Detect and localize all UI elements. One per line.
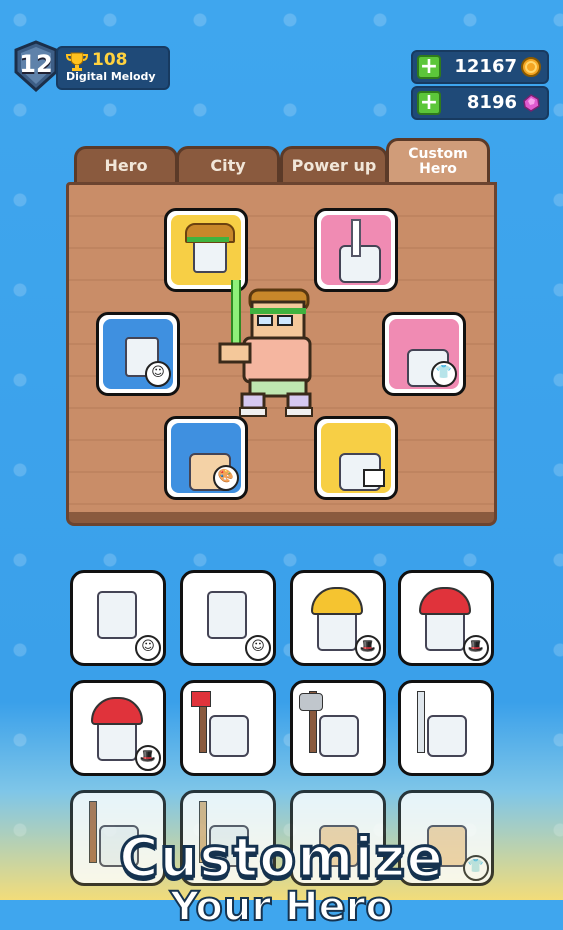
axe-head-icon — [191, 691, 211, 707]
gem-icon — [523, 94, 540, 112]
item-red-cap-1[interactable]: 🎩 — [398, 570, 494, 666]
smiley-icon: ☺ — [135, 635, 161, 661]
player-name: Digital Melody — [66, 70, 156, 83]
axe-blade-icon — [299, 693, 323, 711]
level-number: 12 — [19, 50, 53, 78]
red-cap-icon — [419, 587, 471, 615]
shorts-icon — [363, 469, 385, 487]
trophy-count: 108 — [92, 50, 128, 70]
sword-icon — [351, 219, 361, 257]
coin-counter: + 12167 — [411, 50, 549, 84]
trophy-icon — [66, 52, 88, 71]
hat-badge-icon: 🎩 — [135, 745, 161, 771]
headband-icon — [187, 237, 229, 242]
item-sword[interactable] — [398, 680, 494, 776]
palette-icon: 🎨 — [213, 465, 239, 491]
face-slot[interactable]: ☺ — [96, 312, 180, 396]
item-face-2[interactable]: ☺ — [180, 570, 276, 666]
add-coins-button[interactable]: + — [417, 55, 441, 79]
smiley-icon: ☺ — [245, 635, 271, 661]
hero-character[interactable] — [214, 280, 330, 420]
coin-icon — [521, 57, 541, 77]
add-gems-button[interactable]: + — [417, 91, 441, 115]
coin-amount: 12167 — [454, 56, 517, 77]
item-hard-hat[interactable]: 🎩 — [290, 570, 386, 666]
caption-subtitle: Your Hero — [169, 883, 394, 930]
body-icon — [209, 715, 249, 757]
tab-hero[interactable]: Hero — [74, 146, 178, 184]
sword-icon — [417, 691, 425, 753]
item-red-cap-2[interactable]: 🎩 — [70, 680, 166, 776]
body-icon — [427, 715, 467, 757]
panel-base — [66, 512, 497, 526]
tab-power-up[interactable]: Power up — [280, 146, 388, 184]
angry-face-icon — [207, 591, 247, 639]
item-axe[interactable] — [180, 680, 276, 776]
tab-city[interactable]: City — [176, 146, 280, 184]
body-icon — [319, 715, 359, 757]
gem-amount: 8196 — [466, 92, 517, 113]
skin-slot[interactable]: 🎨 — [164, 416, 248, 500]
hat-badge-icon: 🎩 — [355, 635, 381, 661]
face-icon — [97, 591, 137, 639]
gem-counter: + 8196 — [411, 86, 549, 120]
item-face-1[interactable]: ☺ — [70, 570, 166, 666]
hard-hat-icon — [311, 587, 363, 615]
hat-badge-icon: 🎩 — [463, 635, 489, 661]
caption-title: Customize — [118, 825, 445, 891]
item-battle-axe[interactable] — [290, 680, 386, 776]
pants-slot[interactable] — [314, 416, 398, 500]
player-profile[interactable]: 108 Digital Melody — [56, 46, 170, 90]
lightsaber-icon — [231, 280, 241, 353]
smiley-icon: ☺ — [145, 361, 171, 387]
red-cap-icon — [91, 697, 143, 725]
outfit-slot[interactable]: 👕 — [382, 312, 466, 396]
level-badge[interactable]: 12 — [12, 40, 60, 92]
shirt-icon: 👕 — [431, 361, 457, 387]
tab-custom-hero[interactable]: Custom Hero — [386, 138, 490, 188]
